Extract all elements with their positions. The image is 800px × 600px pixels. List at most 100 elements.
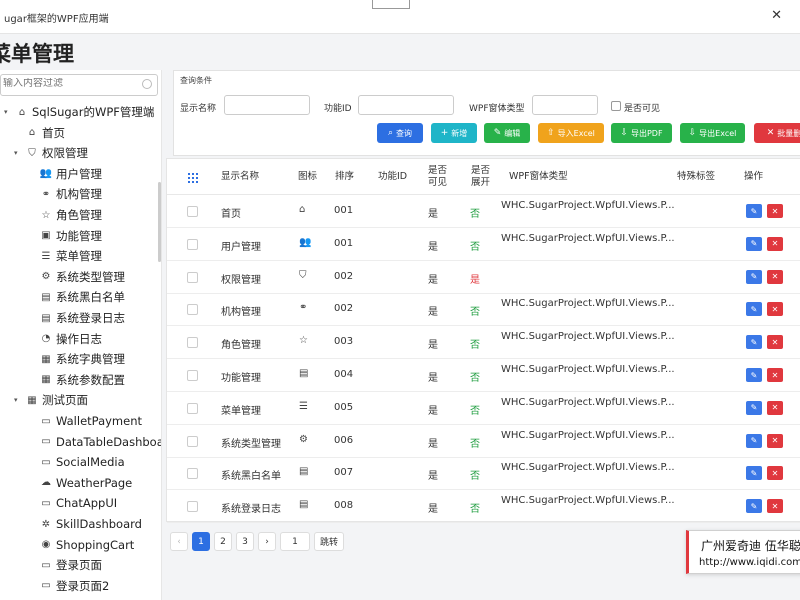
table-row[interactable]: 机构管理 ⚭ 002 是 否 WHC.SugarProject.WpfUI.Views.P… xyxy=(167,293,800,327)
row-edit-button[interactable]: ✎ xyxy=(746,236,762,251)
tree-item[interactable]: ◔ 操作日志 xyxy=(28,329,102,349)
tree-item[interactable]: ▦ 系统字典管理 xyxy=(28,349,125,369)
row-edit-button[interactable]: ✎ xyxy=(746,433,762,448)
visible-checkbox[interactable] xyxy=(611,101,621,111)
tree-item[interactable]: ▾ ▦ 测试页面 xyxy=(14,390,88,410)
tree-item[interactable]: ▭ 登录页面2 xyxy=(28,576,109,596)
row-checkbox[interactable] xyxy=(187,337,198,349)
window-top-tab[interactable] xyxy=(372,0,410,9)
column-chooser-icon[interactable] xyxy=(188,173,198,183)
row-edit-button[interactable]: ✎ xyxy=(746,335,762,350)
tree-item[interactable]: ☆ 角色管理 xyxy=(28,205,102,225)
table-row[interactable]: 首页 ⌂ 001 是 否 WHC.SugarProject.WpfUI.Views.P..… xyxy=(167,195,800,228)
prev-page-icon[interactable]: ‹ xyxy=(170,532,188,551)
page-button[interactable]: 1 xyxy=(192,532,210,551)
tree-item[interactable]: ▭ WalletPayment xyxy=(28,411,142,431)
row-checkbox[interactable] xyxy=(187,271,198,283)
tree-item[interactable]: ▭ ChatAppUI xyxy=(28,493,117,513)
row-delete-button[interactable]: ✕ xyxy=(767,499,783,514)
table-row[interactable]: 系统类型管理 ⚙ 006 是 否 WHC.SugarProject.WpfUI.Views… xyxy=(167,425,800,458)
tree-item[interactable]: ⌂ 首页 xyxy=(14,123,65,143)
tree-item[interactable]: ▦ 系统参数配置 xyxy=(28,370,125,390)
export-excel-button[interactable]: ⇩ 导出Excel xyxy=(680,123,745,143)
row-checkbox[interactable] xyxy=(187,304,198,316)
row-checkbox[interactable] xyxy=(187,206,198,217)
row-edit-button[interactable]: ✎ xyxy=(746,466,762,481)
tree-item[interactable]: ▾ ⛉ 权限管理 xyxy=(14,143,88,163)
col-header-tag[interactable]: 特殊标签 xyxy=(677,171,715,183)
row-checkbox[interactable] xyxy=(187,402,198,414)
next-page-icon[interactable]: › xyxy=(258,532,276,551)
tree-item[interactable]: 👥 用户管理 xyxy=(28,164,102,184)
table-row[interactable]: 系统黑白名单 ▤ 007 是 否 WHC.SugarProject.WpfUI.Views… xyxy=(167,457,800,491)
table-row[interactable]: 菜单管理 ☰ 005 是 否 WHC.SugarProject.WpfUI.Views.P… xyxy=(167,392,800,425)
tree-item[interactable]: ◉ ShoppingCart xyxy=(28,535,135,555)
col-header-icon[interactable]: 图标 xyxy=(298,171,317,183)
goto-page-button[interactable]: 跳转 xyxy=(314,532,344,551)
display-name-field[interactable] xyxy=(224,95,310,115)
col-header-wpf-type[interactable]: WPF窗体类型 xyxy=(509,171,568,183)
row-checkbox[interactable] xyxy=(187,238,198,250)
col-header-expand[interactable]: 是否 展开 xyxy=(471,165,490,189)
batch-delete-button[interactable]: ✕ 批量删 xyxy=(754,123,800,143)
edit-button[interactable]: ✎ 编辑 xyxy=(484,123,530,143)
row-delete-button[interactable]: ✕ xyxy=(767,400,783,415)
row-delete-button[interactable]: ✕ xyxy=(767,269,783,284)
tree-item[interactable]: ▭ DataTableDashboa xyxy=(28,432,161,452)
table-row[interactable]: 用户管理 👥 001 是 否 WHC.SugarProject.WpfUI.Views.P… xyxy=(167,228,800,261)
sidebar-filter-input[interactable] xyxy=(3,78,139,89)
tree-item[interactable]: ▤ 系统黑白名单 xyxy=(28,287,125,307)
row-edit-button[interactable]: ✎ xyxy=(746,400,762,415)
row-edit-button[interactable]: ✎ xyxy=(746,204,762,218)
caret-down-icon[interactable]: ▾ xyxy=(14,149,24,157)
row-checkbox[interactable] xyxy=(187,435,198,447)
row-delete-button[interactable]: ✕ xyxy=(767,433,783,448)
tree-item[interactable]: ▭ 登录页面 xyxy=(28,555,102,575)
search-button[interactable]: ⌕ 查询 xyxy=(377,123,423,143)
row-edit-button[interactable]: ✎ xyxy=(746,302,762,317)
col-header-order[interactable]: 排序 xyxy=(335,171,354,183)
row-edit-button[interactable]: ✎ xyxy=(746,269,762,284)
search-icon[interactable] xyxy=(142,79,152,89)
tree-item[interactable]: ▾ ⌂ SqlSugar的WPF管理端 xyxy=(4,102,154,122)
row-checkbox[interactable] xyxy=(187,468,198,480)
tree-item[interactable]: ⚭ 机构管理 xyxy=(28,184,102,204)
func-id-field[interactable] xyxy=(358,95,454,115)
tree-item[interactable]: ▣ 功能管理 xyxy=(28,226,102,246)
row-delete-button[interactable]: ✕ xyxy=(767,335,783,350)
tree-item[interactable]: ☰ 菜单管理 xyxy=(28,246,102,266)
table-row[interactable]: 功能管理 ▤ 004 是 否 WHC.SugarProject.WpfUI.Views.P… xyxy=(167,359,800,392)
col-header-func-id[interactable]: 功能ID xyxy=(378,171,407,183)
col-header-name[interactable]: 显示名称 xyxy=(221,171,259,183)
tree-item[interactable]: ☁ WeatherPage xyxy=(28,473,132,493)
row-delete-button[interactable]: ✕ xyxy=(767,466,783,481)
add-button[interactable]: + 新增 xyxy=(431,123,477,143)
wpf-type-field[interactable] xyxy=(532,95,598,115)
row-delete-button[interactable]: ✕ xyxy=(767,368,783,382)
close-icon[interactable]: ✕ xyxy=(771,8,782,23)
page-number-input[interactable]: 1 xyxy=(280,532,310,551)
sidebar-scrollbar[interactable] xyxy=(158,182,161,262)
col-header-visible[interactable]: 是否 可见 xyxy=(428,165,447,189)
tree-item[interactable]: ✲ SkillDashboard xyxy=(28,514,142,534)
row-delete-button[interactable]: ✕ xyxy=(767,302,783,317)
caret-down-icon[interactable]: ▾ xyxy=(4,108,14,116)
row-edit-button[interactable]: ✎ xyxy=(746,368,762,382)
page-button[interactable]: 3 xyxy=(236,532,254,551)
row-delete-button[interactable]: ✕ xyxy=(767,236,783,251)
page-button[interactable]: 2 xyxy=(214,532,232,551)
row-checkbox[interactable] xyxy=(187,370,198,381)
caret-down-icon[interactable]: ▾ xyxy=(14,396,24,404)
row-edit-button[interactable]: ✎ xyxy=(746,499,762,514)
tree-item[interactable]: ▭ SocialMedia xyxy=(28,452,124,472)
row-checkbox[interactable] xyxy=(187,501,198,513)
tree-item[interactable]: ⚙ 系统类型管理 xyxy=(28,267,125,287)
tree-item[interactable]: ▤ 系统登录日志 xyxy=(28,308,125,328)
table-row[interactable]: 系统登录日志 ▤ 008 是 否 WHC.SugarProject.WpfUI.Views… xyxy=(167,490,800,524)
row-delete-button[interactable]: ✕ xyxy=(767,204,783,218)
table-row[interactable]: 权限管理 ⛉ 002 是 是 ✎ ✕ xyxy=(167,261,800,294)
import-excel-button[interactable]: ⇧ 导入Excel xyxy=(538,123,604,143)
export-pdf-button[interactable]: ⇩ 导出PDF xyxy=(611,123,672,143)
sidebar-filter-field[interactable] xyxy=(0,74,158,96)
table-row[interactable]: 角色管理 ☆ 003 是 否 WHC.SugarProject.WpfUI.Views.P… xyxy=(167,326,800,360)
